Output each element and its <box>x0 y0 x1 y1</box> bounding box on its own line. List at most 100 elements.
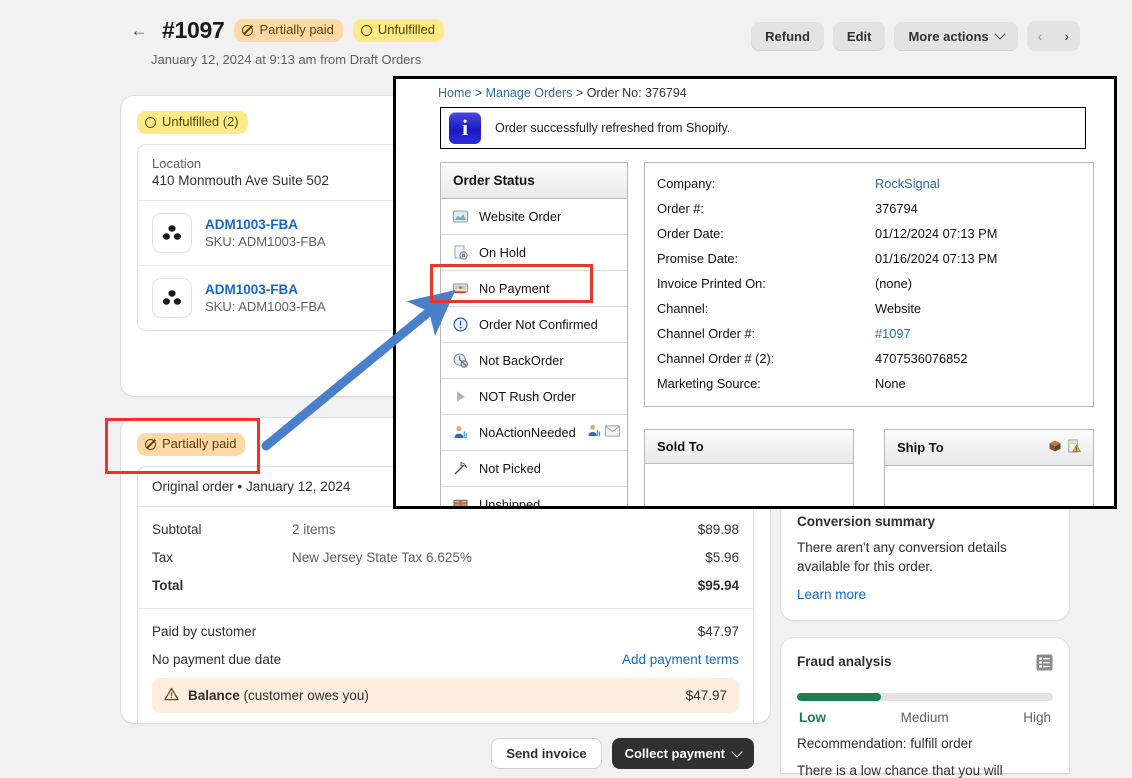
order-detail-column: Company: RockSignal Order #: 376794 Orde… <box>644 162 1094 509</box>
package-icon[interactable] <box>1048 439 1062 456</box>
info-icon: i <box>449 112 481 144</box>
chevron-right-icon[interactable]: › <box>1053 21 1080 51</box>
balance-sublabel: (customer owes you) <box>240 688 369 703</box>
breadcrumb-separator: > <box>471 86 485 100</box>
fraud-description: There is a low chance that you will <box>797 763 1053 778</box>
sidebar-item-label: Not Picked <box>479 461 541 476</box>
clock-blocked-icon <box>453 353 468 368</box>
conversion-summary-title: Conversion summary <box>797 514 1053 529</box>
breadcrumb-manage-orders[interactable]: Manage Orders <box>486 86 573 100</box>
sidebar-item-label: Unshipped <box>479 497 540 509</box>
chevron-down-icon <box>994 28 1005 39</box>
paid-by-customer-label: Paid by customer <box>152 618 256 646</box>
status-badge-label: Partially paid <box>259 21 333 39</box>
breadcrumb-home[interactable]: Home <box>438 86 471 100</box>
list-menu-icon[interactable] <box>1036 654 1053 671</box>
arrow-left-icon[interactable]: ← <box>126 18 152 44</box>
sidebar-item-not-backorder[interactable]: Not BackOrder <box>441 343 627 379</box>
person-icon <box>587 424 601 441</box>
order-timestamp: January 12, 2024 at 9:13 am from Draft O… <box>151 52 421 67</box>
add-payment-terms-link[interactable]: Add payment terms <box>622 646 739 674</box>
detail-key: Promise Date: <box>657 246 875 271</box>
table-row: Total $95.94 <box>152 572 739 600</box>
status-badge-unfulfilled: Unfulfilled <box>353 19 444 42</box>
conversion-summary-card: Conversion summary There aren't any conv… <box>781 500 1069 620</box>
fraud-risk-scale: Low Medium High <box>797 710 1053 725</box>
sidebar-item-order-not-confirmed[interactable]: Order Not Confirmed <box>441 307 627 343</box>
detail-key: Marketing Source: <box>657 371 875 396</box>
ship-to-icons <box>1048 439 1081 456</box>
balance-label: Balance <box>188 688 240 703</box>
detail-value[interactable]: #1097 <box>875 321 1081 346</box>
order-totals: Subtotal 2 items $89.98 Tax New Jersey S… <box>138 506 753 608</box>
total-amount: $5.96 <box>705 544 739 572</box>
detail-key: Order Date: <box>657 221 875 246</box>
collect-payment-label: Collect payment <box>625 746 725 761</box>
sidebar-item-unshipped[interactable]: Unshipped <box>441 487 627 509</box>
sidebar-item-no-payment[interactable]: No Payment <box>441 271 627 307</box>
sidebar-item-label: On Hold <box>479 245 526 260</box>
fraud-level-medium: Medium <box>901 710 949 725</box>
edit-button[interactable]: Edit <box>833 22 886 51</box>
collect-payment-button[interactable]: Collect payment <box>612 738 754 769</box>
exclamation-circle-icon <box>453 317 468 332</box>
total-detail: New Jersey State Tax 6.625% <box>292 544 705 572</box>
sold-to-body <box>645 464 853 509</box>
total-amount: $89.98 <box>698 516 739 544</box>
overlay-body: Order Status Website Order On Hold No Pa… <box>396 149 1114 509</box>
table-row: Channel Order # (2): 4707536076852 <box>657 346 1081 371</box>
sidebar-item-not-picked[interactable]: Not Picked <box>441 451 627 487</box>
breadcrumb: Home > Manage Orders > Order No: 376794 <box>396 79 1114 105</box>
status-badge-partially-paid: Partially paid <box>234 19 342 42</box>
more-actions-button[interactable]: More actions <box>894 22 1017 51</box>
address-row: Sold To Ship To <box>644 429 1094 509</box>
sidebar-item-label: No Payment <box>479 281 549 296</box>
ship-to-title: Ship To <box>885 430 1093 466</box>
table-row: Promise Date: 01/16/2024 07:13 PM <box>657 246 1081 271</box>
learn-more-link[interactable]: Learn more <box>797 587 866 602</box>
total-label: Total <box>152 572 292 600</box>
list-item-title[interactable]: ADM1003-FBA <box>205 282 326 297</box>
product-thumbnail-icon <box>152 278 192 318</box>
sidebar-item-extra-icons <box>587 424 620 441</box>
total-label: Subtotal <box>152 516 292 544</box>
breadcrumb-current: Order No: 376794 <box>587 86 687 100</box>
unfulfilled-badge: Unfulfilled (2) <box>137 111 248 134</box>
fraud-analysis-header: Fraud analysis <box>797 654 1053 678</box>
fraud-level-low: Low <box>799 710 826 725</box>
sidebar-item-not-rush-order[interactable]: NOT Rush Order <box>441 379 627 415</box>
total-amount: $95.94 <box>698 572 739 600</box>
sidebar-item-label: NoActionNeeded <box>479 425 576 440</box>
sidebar-item-website-order[interactable]: Website Order <box>441 199 627 235</box>
chevron-left-icon[interactable]: ‹ <box>1027 21 1054 51</box>
table-row: Channel Order #: #1097 <box>657 321 1081 346</box>
sidebar-item-no-action-needed[interactable]: NoActionNeeded <box>441 415 627 451</box>
page-header: ← #1097 Partially paid Unfulfilled <box>126 17 444 44</box>
detail-key: Channel: <box>657 296 875 321</box>
info-banner: i Order successfully refreshed from Shop… <box>440 107 1086 149</box>
refund-button[interactable]: Refund <box>751 22 824 51</box>
detail-value: 4707536076852 <box>875 346 1081 371</box>
send-invoice-button[interactable]: Send invoice <box>491 738 601 769</box>
order-status-panel: Order Status Website Order On Hold No Pa… <box>440 162 628 509</box>
list-item-title[interactable]: ADM1003-FBA <box>205 217 326 232</box>
product-thumbnail-icon <box>152 213 192 253</box>
partially-paid-icon <box>242 25 253 36</box>
legacy-order-overlay: Home > Manage Orders > Order No: 376794 … <box>393 76 1117 509</box>
pickaxe-icon <box>453 461 468 476</box>
no-payment-due-label: No payment due date <box>152 646 281 674</box>
detail-value[interactable]: RockSignal <box>875 171 1081 196</box>
detail-value: 01/16/2024 07:13 PM <box>875 246 1081 271</box>
payment-actions: Send invoice Collect payment <box>121 724 770 769</box>
detail-key: Order #: <box>657 196 875 221</box>
balance-amount: $47.97 <box>686 688 727 703</box>
partially-paid-icon <box>145 439 156 450</box>
address-warning-icon[interactable] <box>1067 439 1081 456</box>
list-item-sku: SKU: ADM1003-FBA <box>205 299 326 314</box>
list-item-sku: SKU: ADM1003-FBA <box>205 234 326 249</box>
play-triangle-icon <box>453 389 468 404</box>
paid-by-customer-amount: $47.97 <box>698 618 739 646</box>
website-order-icon <box>453 209 468 224</box>
sidebar-item-on-hold[interactable]: On Hold <box>441 235 627 271</box>
status-badge-label: Unfulfilled <box>378 21 435 39</box>
